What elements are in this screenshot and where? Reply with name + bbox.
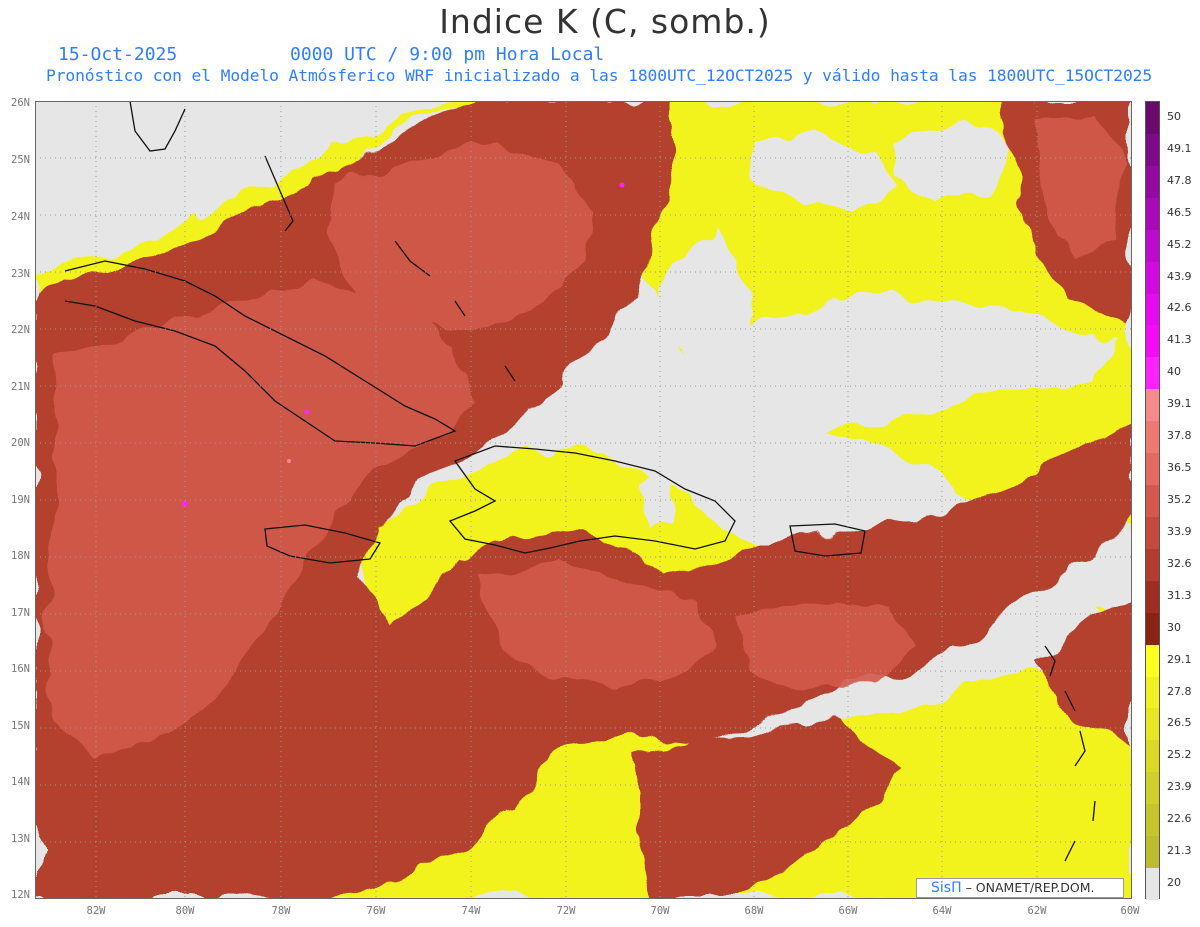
lat-label: 12N [11,889,30,901]
lat-label: 24N [11,211,30,223]
colorbar [1145,101,1160,901]
colorbar-label: 35.2 [1167,493,1192,506]
colorbar-segment [1146,548,1159,582]
colorbar-segment [1146,421,1159,454]
k-index-map [35,101,1132,899]
colorbar-segment [1146,740,1159,773]
credit-text: – ONAMET/REP.DOM. [961,880,1095,895]
colorbar-label: 20 [1167,876,1181,890]
sisp-brand: SisΠ [931,880,962,896]
colorbar-label: 23.9 [1167,780,1192,794]
lat-label: 19N [11,494,30,506]
lon-label: 76W [366,905,386,917]
colorbar-label: 40 [1167,365,1181,379]
colorbar-label: 30 [1167,620,1181,634]
colorbar-segment [1146,229,1159,263]
forecast-description: Pronóstico con el Modelo Atmósferico WRF… [46,66,1153,85]
colorbar-label: 36.5 [1167,461,1192,475]
colorbar-segment [1146,644,1159,678]
colorbar-segment [1146,102,1159,135]
forecast-date: 15-Oct-2025 [58,44,178,65]
colorbar-segment [1146,325,1159,358]
colorbar-label: 31.3 [1167,588,1192,602]
colorbar-segment [1146,261,1159,294]
k-index-field [35,101,1132,899]
colorbar-segment [1146,516,1159,550]
colorbar-segment [1146,389,1159,422]
lon-label: 62W [1027,905,1047,917]
colorbar-segment [1146,612,1159,646]
lon-label: 72W [556,905,576,917]
colorbar-segment [1146,165,1159,199]
colorbar-label: 21.3 [1167,844,1192,858]
colorbar-label: 37.8 [1167,429,1192,443]
lon-label: 74W [461,905,481,917]
colorbar-segment [1146,293,1159,326]
colorbar-label: 33.9 [1167,524,1192,538]
colorbar-label: 25.2 [1167,748,1192,762]
lat-label: 26N [11,97,30,109]
lon-label: 60W [1120,905,1140,917]
colorbar-segment [1146,868,1159,901]
lon-label: 68W [744,905,764,917]
colorbar-segment [1146,836,1159,869]
colorbar-label: 32.6 [1167,556,1192,570]
map-title: Indice K (C, somb.) [439,2,771,41]
colorbar-segment [1146,485,1159,518]
colorbar-label: 43.9 [1167,269,1192,283]
lat-label: 18N [11,550,30,562]
colorbar-label: 29.1 [1167,652,1192,666]
lon-label: 66W [838,905,858,917]
colorbar-label: 50 [1167,109,1181,123]
lat-label: 25N [11,154,30,166]
forecast-time: 0000 UTC / 9:00 pm Hora Local [290,44,605,65]
colorbar-label: 22.6 [1167,812,1192,826]
colorbar-label: 47.8 [1167,173,1192,187]
colorbar-label: 45.2 [1167,237,1192,251]
colorbar-segment [1146,772,1159,805]
credit-badge: SisΠ – ONAMET/REP.DOM. [916,878,1124,898]
colorbar-segment [1146,804,1159,837]
lat-label: 20N [11,437,30,449]
colorbar-segment [1146,357,1159,390]
colorbar-label: 46.5 [1167,205,1192,219]
lon-label: 82W [86,905,106,917]
colorbar-label: 41.3 [1167,333,1192,347]
colorbar-label: 39.1 [1167,397,1192,411]
colorbar-segment [1146,453,1159,486]
lat-label: 14N [11,776,30,788]
colorbar-segment [1146,580,1159,614]
lon-label: 78W [271,905,291,917]
lon-label: 70W [650,905,670,917]
lat-label: 23N [11,268,30,280]
lat-label: 15N [11,720,30,732]
lon-label: 80W [175,905,195,917]
colorbar-segment [1146,676,1159,709]
lat-label: 22N [11,324,30,336]
lat-label: 21N [11,381,30,393]
lat-label: 13N [11,833,30,845]
lon-label: 64W [932,905,952,917]
lat-label: 17N [11,607,30,619]
colorbar-label: 42.6 [1167,301,1192,315]
colorbar-label: 49.1 [1167,141,1192,155]
colorbar-segment [1146,708,1159,741]
colorbar-label: 27.8 [1167,684,1192,698]
colorbar-segment [1146,133,1159,167]
colorbar-segment [1146,197,1159,231]
colorbar-label: 26.5 [1167,716,1192,730]
lat-label: 16N [11,663,30,675]
